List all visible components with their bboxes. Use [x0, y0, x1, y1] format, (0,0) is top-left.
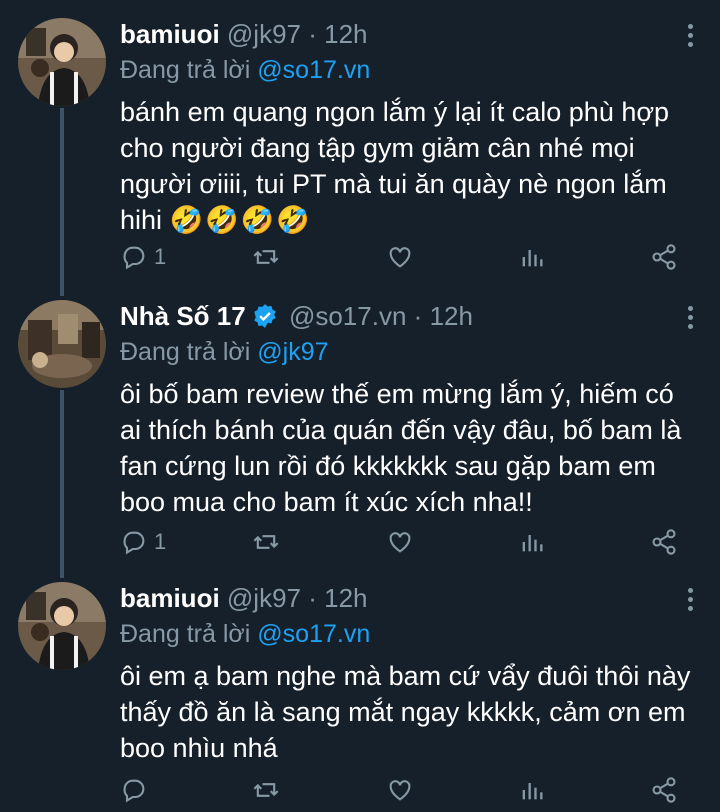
- analytics-icon: [522, 535, 543, 552]
- tweet-actions: [120, 770, 700, 810]
- like-button[interactable]: [386, 522, 414, 562]
- reply-count: 1: [154, 529, 167, 554]
- reply-button[interactable]: 1: [120, 237, 166, 277]
- replying-to: Đang trả lời @so17.vn: [120, 616, 370, 652]
- analytics-icon: [522, 783, 543, 800]
- replying-to: Đang trả lời @jk97: [120, 334, 329, 370]
- tweet-text-line: ôi bố bam review thế em mừng lắm ý, hiếm…: [120, 379, 674, 409]
- user-handle[interactable]: @so17.vn: [289, 301, 406, 331]
- timestamp[interactable]: 12h: [430, 301, 473, 331]
- retweet-icon: [253, 250, 279, 264]
- tweet-text: ôi bố bam review thế em mừng lắm ý, hiếm…: [120, 376, 700, 520]
- tweet-text-line: hihi 🤣🤣🤣🤣: [120, 202, 700, 239]
- replying-to-label: Đang trả lời: [120, 338, 251, 366]
- more-icon[interactable]: [686, 306, 694, 332]
- timestamp[interactable]: 12h: [324, 583, 367, 613]
- user-handle[interactable]: @jk97: [227, 583, 301, 613]
- avatar[interactable]: [18, 300, 106, 388]
- share-button[interactable]: [650, 770, 678, 810]
- avatar[interactable]: [18, 582, 106, 670]
- tweet-text-line: boo nhìu nhá: [120, 733, 278, 763]
- retweet-button[interactable]: [252, 522, 280, 562]
- tweet-actions: 1: [120, 522, 700, 562]
- analytics-icon: [522, 250, 543, 267]
- tweet-text: bánh em quang ngon lắm ý lại ít calo phù…: [120, 94, 700, 239]
- tweet-text-line: cho người đang tập gym giảm cân nhé mọi: [120, 133, 635, 163]
- tweet-header: bamiuoi @jk97 · 12h: [120, 14, 368, 54]
- tweet-text-line: ai thích bánh của quán đến vậy đâu, bố b…: [120, 415, 682, 445]
- tweet[interactable]: bamiuoi @jk97 · 12h Đang trả lời @so17.v…: [0, 578, 720, 812]
- tweet-text-line: thấy đồ ăn là sang mắt ngay kkkkk, cảm ơ…: [120, 697, 686, 727]
- heart-icon: [389, 532, 411, 553]
- mention-link[interactable]: @so17.vn: [257, 56, 370, 84]
- like-button[interactable]: [386, 237, 414, 277]
- tweet-text-line: ôi em ạ bam nghe mà bam cứ vẩy đuôi thôi…: [120, 661, 691, 691]
- emoji-rofl: 🤣🤣🤣🤣: [169, 205, 313, 236]
- retweet-icon: [253, 535, 279, 549]
- tweet-actions: 1: [120, 237, 700, 277]
- reply-icon: [123, 779, 145, 803]
- mention-link[interactable]: @so17.vn: [257, 620, 370, 648]
- user-handle[interactable]: @jk97: [227, 19, 301, 49]
- share-icon: [652, 244, 676, 270]
- tweet-header: bamiuoi @jk97 · 12h: [120, 578, 368, 618]
- replying-to-label: Đang trả lời: [120, 56, 251, 84]
- share-icon: [652, 529, 676, 555]
- mention-link[interactable]: @jk97: [257, 338, 328, 366]
- replying-to: Đang trả lời @so17.vn: [120, 52, 370, 88]
- analytics-button[interactable]: [518, 237, 546, 277]
- share-button[interactable]: [650, 522, 678, 562]
- tweet-text: ôi em ạ bam nghe mà bam cứ vẩy đuôi thôi…: [120, 658, 700, 766]
- reply-icon: [123, 531, 145, 555]
- separator-dot: ·: [413, 301, 423, 331]
- share-button[interactable]: [650, 237, 678, 277]
- replying-to-label: Đang trả lời: [120, 620, 251, 648]
- avatar[interactable]: [18, 18, 106, 106]
- reply-icon: [123, 246, 145, 270]
- retweet-icon: [253, 783, 279, 797]
- tweet-text-line: boo mua cho bam ít xúc xích nha!!: [120, 487, 533, 517]
- retweet-button[interactable]: [252, 770, 280, 810]
- display-name[interactable]: bamiuoi: [120, 583, 220, 613]
- heart-icon: [389, 780, 411, 801]
- reply-button[interactable]: [120, 770, 148, 810]
- analytics-button[interactable]: [518, 770, 546, 810]
- display-name[interactable]: bamiuoi: [120, 19, 220, 49]
- retweet-button[interactable]: [252, 237, 280, 277]
- tweet-header: Nhà Số 17 @so17.vn · 12h: [120, 296, 473, 336]
- reply-count: 1: [154, 244, 167, 269]
- heart-icon: [389, 247, 411, 268]
- tweet-text-word: hihi: [120, 205, 163, 235]
- tweet[interactable]: Nhà Số 17 @so17.vn · 12h Đang trả lời @j…: [0, 296, 720, 566]
- verified-badge-icon: [253, 304, 276, 328]
- analytics-button[interactable]: [518, 522, 546, 562]
- tweet-text-line: người ơiiii, tui PT mà tui ăn quày nè ng…: [120, 169, 667, 199]
- separator-dot: ·: [308, 583, 317, 613]
- tweet-text-line: bánh em quang ngon lắm ý lại ít calo phù…: [120, 97, 670, 127]
- reply-button[interactable]: 1: [120, 522, 166, 562]
- more-icon[interactable]: [686, 24, 694, 50]
- like-button[interactable]: [386, 770, 414, 810]
- separator-dot: ·: [308, 19, 317, 49]
- share-icon: [652, 777, 676, 803]
- tweet-text-line: fan cứng lun rồi đó kkkkkkk sau gặp bam …: [120, 451, 656, 481]
- more-icon[interactable]: [686, 588, 694, 614]
- tweet[interactable]: bamiuoi @jk97 · 12h Đang trả lời @so17.v…: [0, 14, 720, 284]
- display-name[interactable]: Nhà Số 17: [120, 301, 246, 331]
- timestamp[interactable]: 12h: [324, 19, 367, 49]
